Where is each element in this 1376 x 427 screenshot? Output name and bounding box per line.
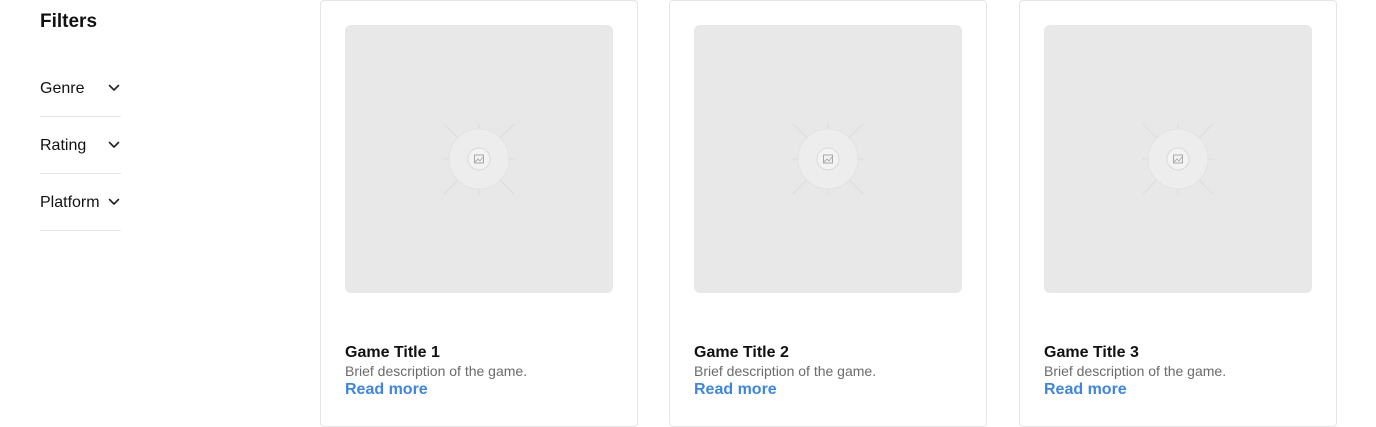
filter-rating[interactable]: Rating bbox=[40, 117, 121, 174]
filters-heading: Filters bbox=[40, 11, 98, 32]
game-card: Game Title 3 Brief description of the ga… bbox=[1019, 0, 1337, 427]
chevron-down-icon bbox=[108, 84, 120, 91]
game-image-placeholder bbox=[345, 25, 613, 293]
filter-platform[interactable]: Platform bbox=[40, 174, 121, 231]
game-card: Game Title 2 Brief description of the ga… bbox=[669, 0, 987, 427]
image-placeholder-icon bbox=[443, 123, 515, 195]
card-title: Game Title 2 bbox=[694, 344, 789, 361]
read-more-link[interactable]: Read more bbox=[694, 381, 777, 399]
game-card: Game Title 1 Brief description of the ga… bbox=[320, 0, 638, 427]
game-image-placeholder bbox=[1044, 25, 1312, 293]
filter-genre-label: Genre bbox=[40, 80, 85, 97]
read-more-link[interactable]: Read more bbox=[345, 381, 428, 399]
read-more-link[interactable]: Read more bbox=[1044, 381, 1127, 399]
chevron-down-icon bbox=[108, 141, 120, 148]
image-placeholder-icon bbox=[792, 123, 864, 195]
filter-genre[interactable]: Genre bbox=[40, 60, 121, 117]
filter-rating-label: Rating bbox=[40, 137, 87, 154]
card-description: Brief description of the game. bbox=[345, 363, 528, 379]
image-placeholder-icon bbox=[1142, 123, 1214, 195]
card-description: Brief description of the game. bbox=[694, 363, 877, 379]
card-title: Game Title 1 bbox=[345, 344, 440, 361]
chevron-down-icon bbox=[108, 198, 120, 205]
filter-platform-label: Platform bbox=[40, 194, 100, 211]
card-description: Brief description of the game. bbox=[1044, 363, 1227, 379]
game-image-placeholder bbox=[694, 25, 962, 293]
card-title: Game Title 3 bbox=[1044, 344, 1139, 361]
